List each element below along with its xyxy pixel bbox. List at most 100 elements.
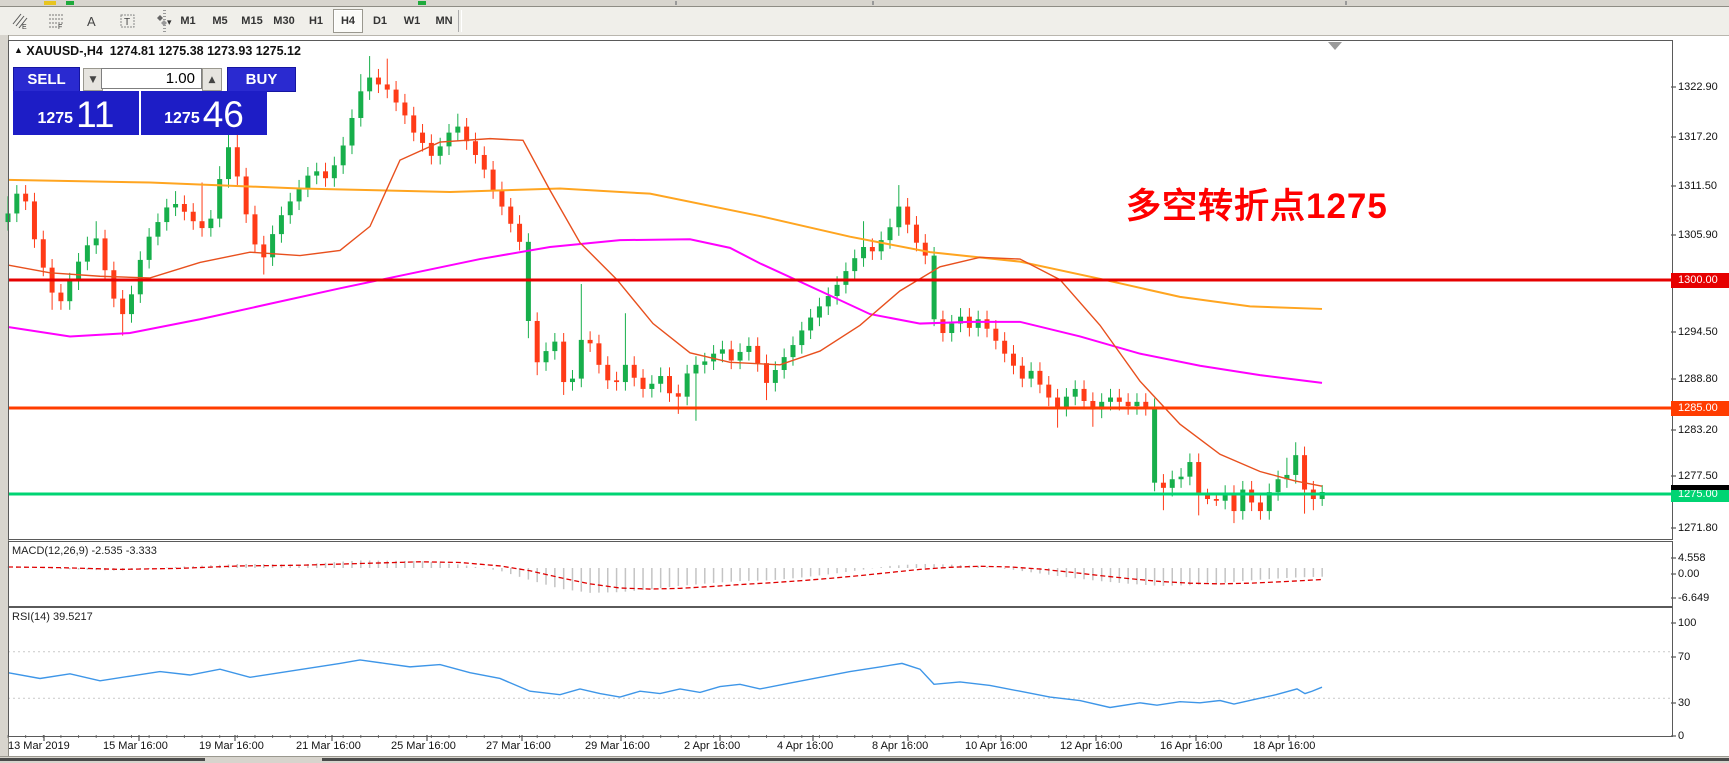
chart-shift-marker-icon[interactable]	[1328, 42, 1342, 50]
mt4-terminal: { "toolbar": { "tools": [ {"name": "chan…	[0, 0, 1729, 763]
candle-body	[544, 351, 549, 362]
candle-body	[1108, 398, 1113, 402]
price-axis-label: 1294.50	[1678, 326, 1718, 338]
candle-body	[1179, 477, 1184, 480]
candle-body	[649, 384, 654, 389]
candle-body	[605, 365, 610, 380]
buy-price-tile[interactable]: 1275 46	[141, 91, 267, 135]
candle-body	[799, 330, 804, 345]
ohlc-values: 1274.81 1275.38 1273.93 1275.12	[110, 44, 301, 58]
sell-price-tile[interactable]: 1275 11	[13, 91, 139, 135]
price-axis-label: 1322.90	[1678, 81, 1718, 93]
candle-body	[420, 133, 425, 143]
candle-body	[658, 376, 663, 384]
candle-body	[1073, 389, 1078, 397]
chart-text-annotation: 多空转折点1275	[1126, 178, 1388, 229]
buy-button[interactable]: BUY	[227, 67, 296, 92]
volume-input[interactable]	[101, 68, 202, 89]
rsi-axis-label: 0	[1678, 730, 1684, 742]
candle-body	[1276, 479, 1281, 492]
candle-body	[949, 324, 954, 333]
candle-body	[367, 78, 372, 92]
candle-body	[940, 319, 945, 333]
candle-body	[491, 170, 496, 191]
candle-body	[1046, 385, 1051, 398]
candle-body	[279, 215, 284, 234]
volume-decrease-button[interactable]: ▼	[83, 68, 103, 91]
candle-body	[200, 221, 205, 228]
candle-body	[773, 370, 778, 383]
candle-body	[314, 171, 319, 175]
candle-body	[1082, 389, 1087, 401]
candle-body	[1231, 494, 1236, 511]
candle-body	[499, 190, 504, 206]
candle-body	[288, 201, 293, 215]
time-axis-label: 29 Mar 16:00	[585, 740, 650, 752]
candle-body	[702, 361, 707, 364]
candle-body	[58, 293, 63, 302]
candle-body	[376, 78, 381, 85]
candle-body	[394, 90, 399, 103]
candle-body	[835, 285, 840, 296]
candle-body	[632, 365, 637, 378]
candle-body	[129, 294, 134, 314]
buy-price-small: 1275	[164, 110, 200, 128]
price-axis-label: 1277.50	[1678, 470, 1718, 482]
candle-body	[764, 363, 769, 383]
candle-body	[447, 133, 452, 147]
collapse-icon[interactable]: ▲	[14, 45, 23, 55]
candle-body	[676, 393, 681, 396]
buy-price-big: 46	[203, 95, 244, 135]
candle-body	[1011, 354, 1016, 366]
candle-body	[596, 343, 601, 365]
candle-body	[1196, 462, 1201, 494]
price-axis-label: 1271.80	[1678, 522, 1718, 534]
candle-body	[993, 329, 998, 341]
time-axis-label: 13 Mar 2019	[8, 740, 70, 752]
candle-body	[914, 225, 919, 243]
time-axis-label: 25 Mar 16:00	[391, 740, 456, 752]
macd-axis-label: 4.558	[1678, 552, 1706, 564]
price-level-badge: 1285.00	[1671, 401, 1729, 416]
candle-body	[641, 378, 646, 389]
candle-body	[464, 127, 469, 142]
time-axis-label: 16 Apr 16:00	[1160, 740, 1222, 752]
candle-body	[332, 165, 337, 178]
sell-button[interactable]: SELL	[13, 67, 80, 92]
candle-body	[746, 346, 751, 352]
ma-slow-orange-line	[8, 180, 1322, 309]
price-axis-label: 1305.90	[1678, 229, 1718, 241]
candle-body	[85, 245, 90, 261]
candle-body	[1187, 462, 1192, 477]
candle-body	[517, 224, 522, 242]
candle-body	[23, 194, 28, 202]
candle-body	[570, 379, 575, 382]
candle-body	[923, 243, 928, 256]
price-axis-label: 1288.80	[1678, 373, 1718, 385]
candle-body	[738, 352, 743, 361]
candle-body	[67, 281, 72, 301]
candle-body	[843, 271, 848, 285]
rsi-axis-label: 70	[1678, 651, 1690, 663]
candle-body	[147, 237, 152, 260]
candle-body	[1029, 371, 1034, 379]
price-axis-black-bar	[1671, 485, 1729, 490]
symbol-name: XAUUSD-,H4	[26, 44, 102, 58]
volume-increase-button[interactable]: ▲	[202, 68, 222, 91]
time-axis-label: 4 Apr 16:00	[777, 740, 833, 752]
candle-body	[1064, 397, 1069, 408]
candle-body	[1214, 499, 1219, 501]
macd-label: MACD(12,26,9) -2.535 -3.333	[12, 545, 157, 557]
candle-body	[323, 171, 328, 178]
candle-body	[508, 207, 513, 224]
candle-body	[1117, 398, 1122, 402]
candle-body	[614, 380, 619, 382]
candle-body	[252, 214, 257, 244]
candle-body	[385, 84, 390, 89]
candle-body	[297, 189, 302, 202]
time-axis-label: 12 Apr 16:00	[1060, 740, 1122, 752]
candle-body	[164, 207, 169, 222]
candle-body	[1126, 402, 1131, 406]
candle-body	[244, 176, 249, 214]
candle-body	[1020, 366, 1025, 379]
